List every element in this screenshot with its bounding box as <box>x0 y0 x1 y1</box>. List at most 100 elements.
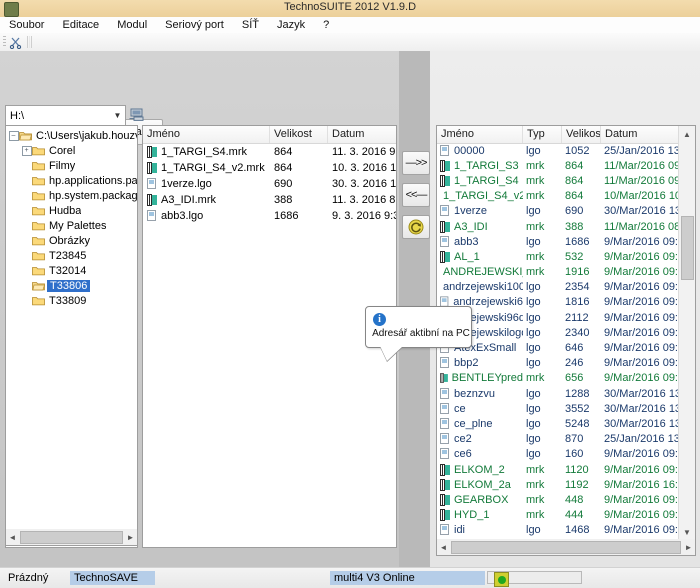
device-scroll-thumb[interactable] <box>681 216 694 280</box>
send-to-device-button[interactable]: —>> <box>402 151 430 175</box>
table-row[interactable]: A3_IDI.mrk 388 11. 3. 2016 8:57:47 <box>143 192 396 208</box>
menu-item-jazyk[interactable]: Jazyk <box>268 17 314 33</box>
device-file-list[interactable]: Jméno Typ Velikost Datum 00000 lgo 1052 25/… <box>436 125 696 541</box>
tree-node-hudba[interactable]: Hudba <box>8 203 137 218</box>
drive-select[interactable]: H:\ ▼ <box>5 105 126 126</box>
tree-horizontal-scrollbar[interactable]: ◄ ► <box>5 529 138 546</box>
menu-item-[interactable]: ? <box>314 17 338 33</box>
menu-item-s[interactable]: SÍŤ <box>233 17 268 33</box>
folder-tree-panel[interactable]: – C:\Users\jakub.houzvic\Docu + Corel Filmy h… <box>5 125 138 548</box>
table-row[interactable]: HYD_1 mrk 444 9/Mar/2016 09:37:14 <box>437 508 678 523</box>
tree-node-label: T33806 <box>47 279 91 292</box>
file-name: 1_TARGI_S4.mrk <box>161 146 247 158</box>
table-row[interactable]: GEARBOX mrk 448 9/Mar/2016 09:37:13 <box>437 492 678 507</box>
table-row[interactable]: ELKOM_2 mrk 1120 9/Mar/2016 09:37:13 <box>437 462 678 477</box>
tree-node-t33806[interactable]: T33806 <box>8 278 137 293</box>
table-row[interactable]: idi lgo 1468 9/Mar/2016 09:37:11 <box>437 523 678 538</box>
file-date: 9/Mar/2016 09:37:11 <box>604 326 678 339</box>
table-row[interactable]: BENTLEYpredmrk 656 9/Mar/2016 09:37:13 <box>437 371 678 386</box>
pc-file-list[interactable]: Jméno Velikost Datum 1_TARGI_S4.mrk 864 11… <box>142 125 397 548</box>
table-row[interactable]: beznzvu lgo 1288 30/Mar/2016 13:54:18 <box>437 386 678 401</box>
tree-node-root[interactable]: – C:\Users\jakub.houzvic\Docu <box>8 128 137 143</box>
table-row[interactable]: abb3 lgo 1686 9/Mar/2016 09:37:11 <box>437 234 678 249</box>
column-header-date[interactable]: Datum <box>328 126 396 143</box>
status-led-icon <box>494 572 509 587</box>
table-row[interactable]: andrzejewski6lgo18169/Mar/2016 09:37:11 <box>437 295 678 310</box>
table-row[interactable]: 1_TARGI_S4.mrk 864 11. 3. 2016 9:45:26 <box>143 144 396 160</box>
column-header-date[interactable]: Datum <box>601 126 678 143</box>
scroll-left-icon[interactable]: ◄ <box>437 540 450 554</box>
scroll-left-icon[interactable]: ◄ <box>6 530 19 544</box>
file-size: 388 <box>565 220 584 233</box>
chevron-down-icon[interactable]: ▼ <box>110 107 125 124</box>
tree-node-t23845[interactable]: T23845 <box>8 248 137 263</box>
menu-item-seriov-port[interactable]: Seriový port <box>156 17 233 33</box>
refresh-button[interactable] <box>402 215 430 239</box>
scroll-right-icon[interactable]: ► <box>682 540 695 554</box>
toolbar-separator <box>27 36 28 48</box>
table-row[interactable]: AL_1 mrk 532 9/Mar/2016 09:37:13 <box>437 249 678 264</box>
scroll-down-icon[interactable]: ▼ <box>679 524 695 540</box>
table-row[interactable]: andrzejewski100dpilgo 2354 9/Mar/2016 09:3… <box>437 280 678 295</box>
connect-pc-icon[interactable] <box>128 105 146 123</box>
file-date: 9/Mar/2016 09:37:11 <box>604 357 678 370</box>
tree-node-corel[interactable]: + Corel <box>8 143 137 158</box>
menu-item-modul[interactable]: Modul <box>108 17 156 33</box>
tree-collapse-icon[interactable]: – <box>8 130 19 141</box>
lgo-file-icon <box>440 448 449 460</box>
table-row[interactable]: andrzejewski96dpilgo21129/Mar/2016 09:37… <box>437 310 678 325</box>
table-row[interactable]: ce2 lgo 870 25/Jan/2016 13:54:54 <box>437 432 678 447</box>
table-row[interactable]: ANDREJEWSKI_95...mrk 1916 9/Mar/2016 09:37… <box>437 265 678 280</box>
table-row[interactable]: 1verze lgo 690 30/Mar/2016 13:54:17 <box>437 204 678 219</box>
table-row[interactable]: 1_TARGI_S4_v2mrk 864 10/Mar/2016 10:40:14 <box>437 189 678 204</box>
menu-item-soubor[interactable]: Soubor <box>0 17 53 33</box>
file-type: lgo <box>526 402 541 415</box>
table-row[interactable]: ce lgo 3552 30/Mar/2016 13:54:18 <box>437 401 678 416</box>
column-header-name[interactable]: Jméno <box>437 126 523 143</box>
tree-scroll-thumb[interactable] <box>20 530 123 544</box>
tree-node-hp-system-package-metad[interactable]: hp.system.package.metad <box>8 188 137 203</box>
device-list-horizontal-scrollbar[interactable]: ◄ ► <box>436 539 696 556</box>
table-row[interactable]: 00000 lgo 1052 25/Jan/2016 13:54:54 <box>437 143 678 158</box>
table-row[interactable]: andrzejewskilogo6lgo23409/Mar/2016 09:37… <box>437 325 678 340</box>
file-name: 1_TARGI_S4_v2.mrk <box>161 162 265 174</box>
scissors-icon[interactable] <box>9 36 22 50</box>
table-row[interactable]: 1verze.lgo 690 30. 3. 2016 13:54:17 <box>143 176 396 192</box>
tree-node-t33809[interactable]: T33809 <box>8 293 137 308</box>
table-row[interactable]: ELKOM_2a mrk 1192 9/Mar/2016 16:11:39 <box>437 477 678 492</box>
lgo-file-icon <box>440 205 449 217</box>
folder-icon <box>32 297 45 306</box>
table-row[interactable]: ce6 lgo 160 9/Mar/2016 09:37:11 <box>437 447 678 462</box>
tree-node-filmy[interactable]: Filmy <box>8 158 137 173</box>
toolbar-grip[interactable] <box>3 36 6 48</box>
tooltip-balloon: i Adresář aktibní na PC <box>365 306 472 361</box>
file-name: 1verze.lgo <box>161 178 212 190</box>
column-header-type[interactable]: Typ <box>523 126 562 143</box>
table-row[interactable]: A3_IDI mrk 388 11/Mar/2016 08:57:47 <box>437 219 678 234</box>
device-hscroll-thumb[interactable] <box>451 540 681 554</box>
column-header-size[interactable]: Velikost <box>270 126 328 143</box>
table-row[interactable]: 1_TARGI_S4 mrk 864 11/Mar/2016 09:45:26 <box>437 173 678 188</box>
column-header-name[interactable]: Jméno <box>143 126 270 143</box>
mrk-file-icon <box>147 194 157 206</box>
table-row[interactable]: ce_plne lgo 5248 30/Mar/2016 13:54:18 <box>437 416 678 431</box>
tree-node-my-palettes[interactable]: My Palettes <box>8 218 137 233</box>
send-to-pc-label: <<— <box>405 189 428 201</box>
scroll-right-icon[interactable]: ► <box>124 530 137 544</box>
table-row[interactable]: AtexExSmalllgo6469/Mar/2016 09:37:11 <box>437 340 678 355</box>
device-list-vertical-scrollbar[interactable]: ▲ ▼ <box>678 126 695 540</box>
tree-node-obr-zky[interactable]: Obrázky <box>8 233 137 248</box>
scroll-up-icon[interactable]: ▲ <box>679 126 695 142</box>
send-to-pc-button[interactable]: <<— <box>402 183 430 207</box>
table-row[interactable]: bbp2 lgo 246 9/Mar/2016 09:37:11 <box>437 356 678 371</box>
tree-node-t32014[interactable]: T32014 <box>8 263 137 278</box>
tree-expand-icon[interactable]: + <box>21 145 32 156</box>
tree-node-hp-applications-package-a[interactable]: hp.applications.package.a <box>8 173 137 188</box>
table-row[interactable]: abb3.lgo 1686 9. 3. 2016 9:37:11 <box>143 208 396 224</box>
file-date: 11/Mar/2016 09:57:45 <box>604 159 678 172</box>
table-row[interactable]: 1_TARGI_S4_v2.mrk 864 10. 3. 2016 10:40:14 <box>143 160 396 176</box>
column-header-size[interactable]: Velikost <box>562 126 601 143</box>
table-row[interactable]: 1_TARGI_S3 mrk 864 11/Mar/2016 09:57:45 <box>437 158 678 173</box>
menu-item-editace[interactable]: Editace <box>53 17 108 33</box>
device-file-list-header: Jméno Typ Velikost Datum <box>437 126 695 144</box>
